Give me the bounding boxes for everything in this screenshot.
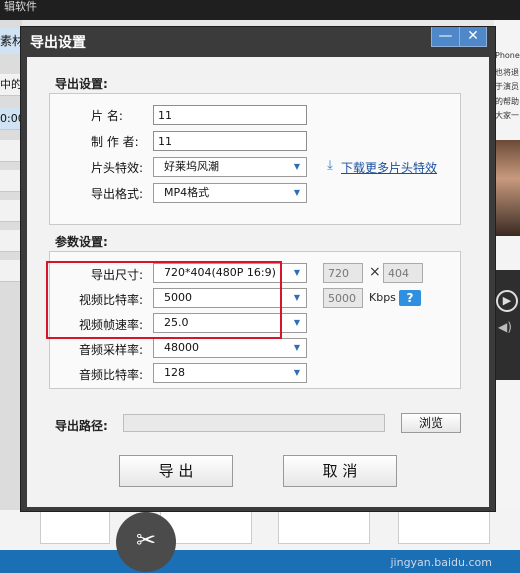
- export-button[interactable]: 导 出: [119, 455, 233, 487]
- background-photo: [494, 140, 520, 236]
- dialog-titlebar[interactable]: 导出设置 — ✕: [21, 27, 495, 55]
- path-label: 导出路径:: [55, 419, 108, 433]
- chevron-down-icon: ▼: [293, 162, 301, 171]
- background-text: 也将退: [495, 68, 519, 77]
- author-label: 制 作 者:: [91, 135, 139, 149]
- chevron-down-icon: ▼: [293, 188, 301, 197]
- download-effects-link[interactable]: 下载更多片头特效: [341, 159, 437, 176]
- list-item[interactable]: 中的眼: [0, 74, 22, 96]
- browse-button[interactable]: 浏览: [401, 413, 461, 433]
- param-section-label: 参数设置:: [55, 235, 108, 249]
- list-item[interactable]: [0, 230, 22, 252]
- audio-bitrate-label: 音频比特率:: [79, 368, 144, 382]
- download-icon[interactable]: ⤓: [323, 159, 337, 173]
- author-input[interactable]: [153, 131, 307, 151]
- sample-rate-value: 48000: [164, 341, 199, 354]
- volume-icon[interactable]: ◀): [498, 320, 512, 334]
- highlight-box: [46, 261, 282, 339]
- scissors-icon[interactable]: ✂: [116, 512, 176, 572]
- background-left-panel: 素材 中的眼 0:00: [0, 20, 22, 573]
- kbps-label: Kbps: [369, 291, 396, 304]
- list-item[interactable]: [0, 200, 22, 222]
- times-sign: ×: [369, 264, 381, 280]
- chevron-down-icon: ▼: [293, 343, 301, 352]
- list-item[interactable]: [0, 260, 22, 282]
- chevron-down-icon: ▼: [293, 318, 301, 327]
- play-icon[interactable]: ▶: [496, 290, 518, 312]
- audio-bitrate-value: 128: [164, 366, 185, 379]
- background-titlebar: 辑软件: [0, 0, 520, 20]
- dialog-title: 导出设置: [30, 35, 86, 51]
- background-preview-panel: Phone 也将退 于演员 的帮助 大家一 ▶ ◀): [494, 20, 520, 573]
- chevron-down-icon: ▼: [293, 268, 301, 277]
- format-select[interactable]: MP4格式 ▼: [153, 183, 307, 203]
- timeline-clip[interactable]: [398, 508, 490, 544]
- close-icon[interactable]: ✕: [458, 27, 486, 46]
- background-app-title: 辑软件: [4, 0, 37, 13]
- name-label: 片 名:: [91, 109, 123, 123]
- minimize-icon[interactable]: —: [432, 27, 459, 46]
- video-bitrate-input: [323, 288, 363, 308]
- background-text: 于演员: [495, 82, 519, 91]
- chevron-down-icon: ▼: [293, 293, 301, 302]
- timeline-clip[interactable]: [40, 508, 110, 544]
- list-item[interactable]: [0, 170, 22, 192]
- cancel-button[interactable]: 取 消: [283, 455, 397, 487]
- format-select-value: MP4格式: [164, 186, 210, 199]
- background-text: Phone: [495, 51, 520, 60]
- name-input[interactable]: [153, 105, 307, 125]
- export-section-label: 导出设置:: [55, 77, 108, 91]
- watermark: jingyan.baidu.com: [390, 556, 492, 569]
- list-item[interactable]: [0, 140, 22, 162]
- background-material-tab[interactable]: 素材: [0, 28, 22, 54]
- effect-select[interactable]: 好莱坞风潮 ▼: [153, 157, 307, 177]
- effect-label: 片头特效:: [91, 161, 144, 175]
- list-item[interactable]: 0:00: [0, 108, 22, 130]
- height-input: [383, 263, 423, 283]
- background-text: 的帮助: [495, 97, 519, 106]
- help-icon[interactable]: ?: [399, 290, 421, 306]
- path-field[interactable]: [123, 414, 385, 432]
- timeline-clip[interactable]: [278, 508, 370, 544]
- sample-rate-label: 音频采样率:: [79, 343, 144, 357]
- format-label: 导出格式:: [91, 187, 144, 201]
- effect-select-value: 好莱坞风潮: [164, 160, 219, 173]
- sample-rate-select[interactable]: 48000 ▼: [153, 338, 307, 358]
- width-input: [323, 263, 363, 283]
- background-text: 大家一: [495, 111, 519, 120]
- chevron-down-icon: ▼: [293, 368, 301, 377]
- audio-bitrate-select[interactable]: 128 ▼: [153, 363, 307, 383]
- window-controls: — ✕: [431, 27, 487, 47]
